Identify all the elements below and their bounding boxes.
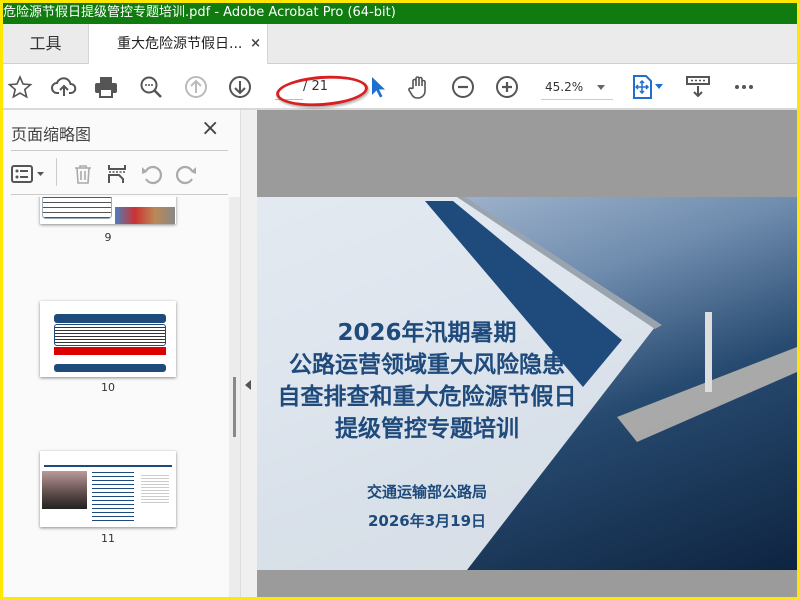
- slide-title-line: 自查排查和重大危险源节假日: [277, 384, 577, 410]
- print-icon[interactable]: [93, 74, 119, 100]
- thumbnail-list: 9 10 11: [3, 197, 229, 597]
- thumbnail-scrollbar[interactable]: [229, 197, 240, 597]
- zoom-in-icon[interactable]: [494, 74, 520, 100]
- divider: [11, 194, 228, 195]
- slide-date: 2026年3月19日: [367, 512, 487, 530]
- scrollbar-thumb[interactable]: [233, 377, 236, 437]
- window-title: 危险源节假日提级管控专题培训.pdf - Adobe Acrobat Pro (…: [3, 5, 396, 20]
- close-tab-icon[interactable]: ×: [250, 24, 261, 64]
- close-panel-icon[interactable]: ×: [201, 116, 219, 141]
- tab-document[interactable]: 重大危险源节假日... ×: [88, 24, 268, 64]
- rotate-counterclockwise-icon[interactable]: [140, 160, 164, 188]
- search-icon[interactable]: [138, 74, 164, 100]
- tab-tools[interactable]: 工具: [3, 24, 88, 64]
- thumbnail-page-number: 9: [104, 231, 112, 244]
- tab-bar: 工具 重大危险源节假日... ×: [3, 24, 797, 64]
- slide-title-line: 2026年汛期暑期: [337, 320, 517, 346]
- previous-page-icon[interactable]: [183, 74, 209, 100]
- read-mode-icon[interactable]: [685, 74, 711, 100]
- zoom-level-dropdown[interactable]: 45.2%: [541, 76, 613, 100]
- slide-organization: 交通运输部公路局: [366, 483, 487, 501]
- zoom-out-icon[interactable]: [450, 74, 476, 100]
- thumbnail-page-9[interactable]: [40, 197, 176, 224]
- delete-page-icon[interactable]: [72, 160, 94, 188]
- select-cursor-icon[interactable]: [365, 74, 391, 100]
- zoom-level-value: 45.2%: [545, 80, 584, 94]
- next-page-icon[interactable]: [227, 74, 253, 100]
- hand-tool-icon[interactable]: [406, 74, 432, 100]
- collapse-panel-arrow-icon[interactable]: [245, 380, 251, 390]
- thumbnail-options-icon[interactable]: [11, 160, 47, 188]
- slide-title-line: 提级管控专题培训: [335, 416, 519, 442]
- document-view: 2026年汛期暑期 公路运营领域重大风险隐患 自查排查和重大危险源节假日 提级管…: [257, 110, 797, 597]
- rotate-clockwise-icon[interactable]: [174, 160, 198, 188]
- thumbnail-page-number: 11: [101, 532, 115, 545]
- fit-page-icon[interactable]: [631, 74, 667, 100]
- toolbar: / 21 45.2%: [3, 64, 797, 110]
- panel-title: 页面缩略图: [11, 125, 92, 144]
- pdf-page: 2026年汛期暑期 公路运营领域重大风险隐患 自查排查和重大危险源节假日 提级管…: [257, 197, 797, 570]
- panel-splitter[interactable]: [240, 110, 257, 597]
- acrobat-window: 危险源节假日提级管控专题培训.pdf - Adobe Acrobat Pro (…: [3, 3, 797, 597]
- bookmark-star-icon[interactable]: [7, 74, 33, 100]
- title-bar: 危险源节假日提级管控专题培训.pdf - Adobe Acrobat Pro (…: [3, 3, 797, 24]
- extract-page-icon[interactable]: [106, 160, 128, 188]
- page-thumbnails-panel: 页面缩略图 × 9 10 11: [3, 110, 240, 597]
- divider: [56, 158, 57, 186]
- tab-document-label: 重大危险源节假日...: [117, 36, 243, 52]
- cloud-upload-icon[interactable]: [51, 74, 77, 100]
- slide-title: 2026年汛期暑期 公路运营领域重大风险隐患 自查排查和重大危险源节假日 提级管…: [257, 317, 597, 445]
- chevron-down-icon: [597, 85, 605, 90]
- more-options-icon[interactable]: [731, 74, 757, 100]
- thumbnail-page-number: 10: [101, 381, 115, 394]
- divider: [11, 150, 228, 151]
- thumbnail-page-11[interactable]: [40, 451, 176, 527]
- slide-title-line: 公路运营领域重大风险隐患: [289, 352, 565, 378]
- thumbnail-page-10[interactable]: [40, 301, 176, 377]
